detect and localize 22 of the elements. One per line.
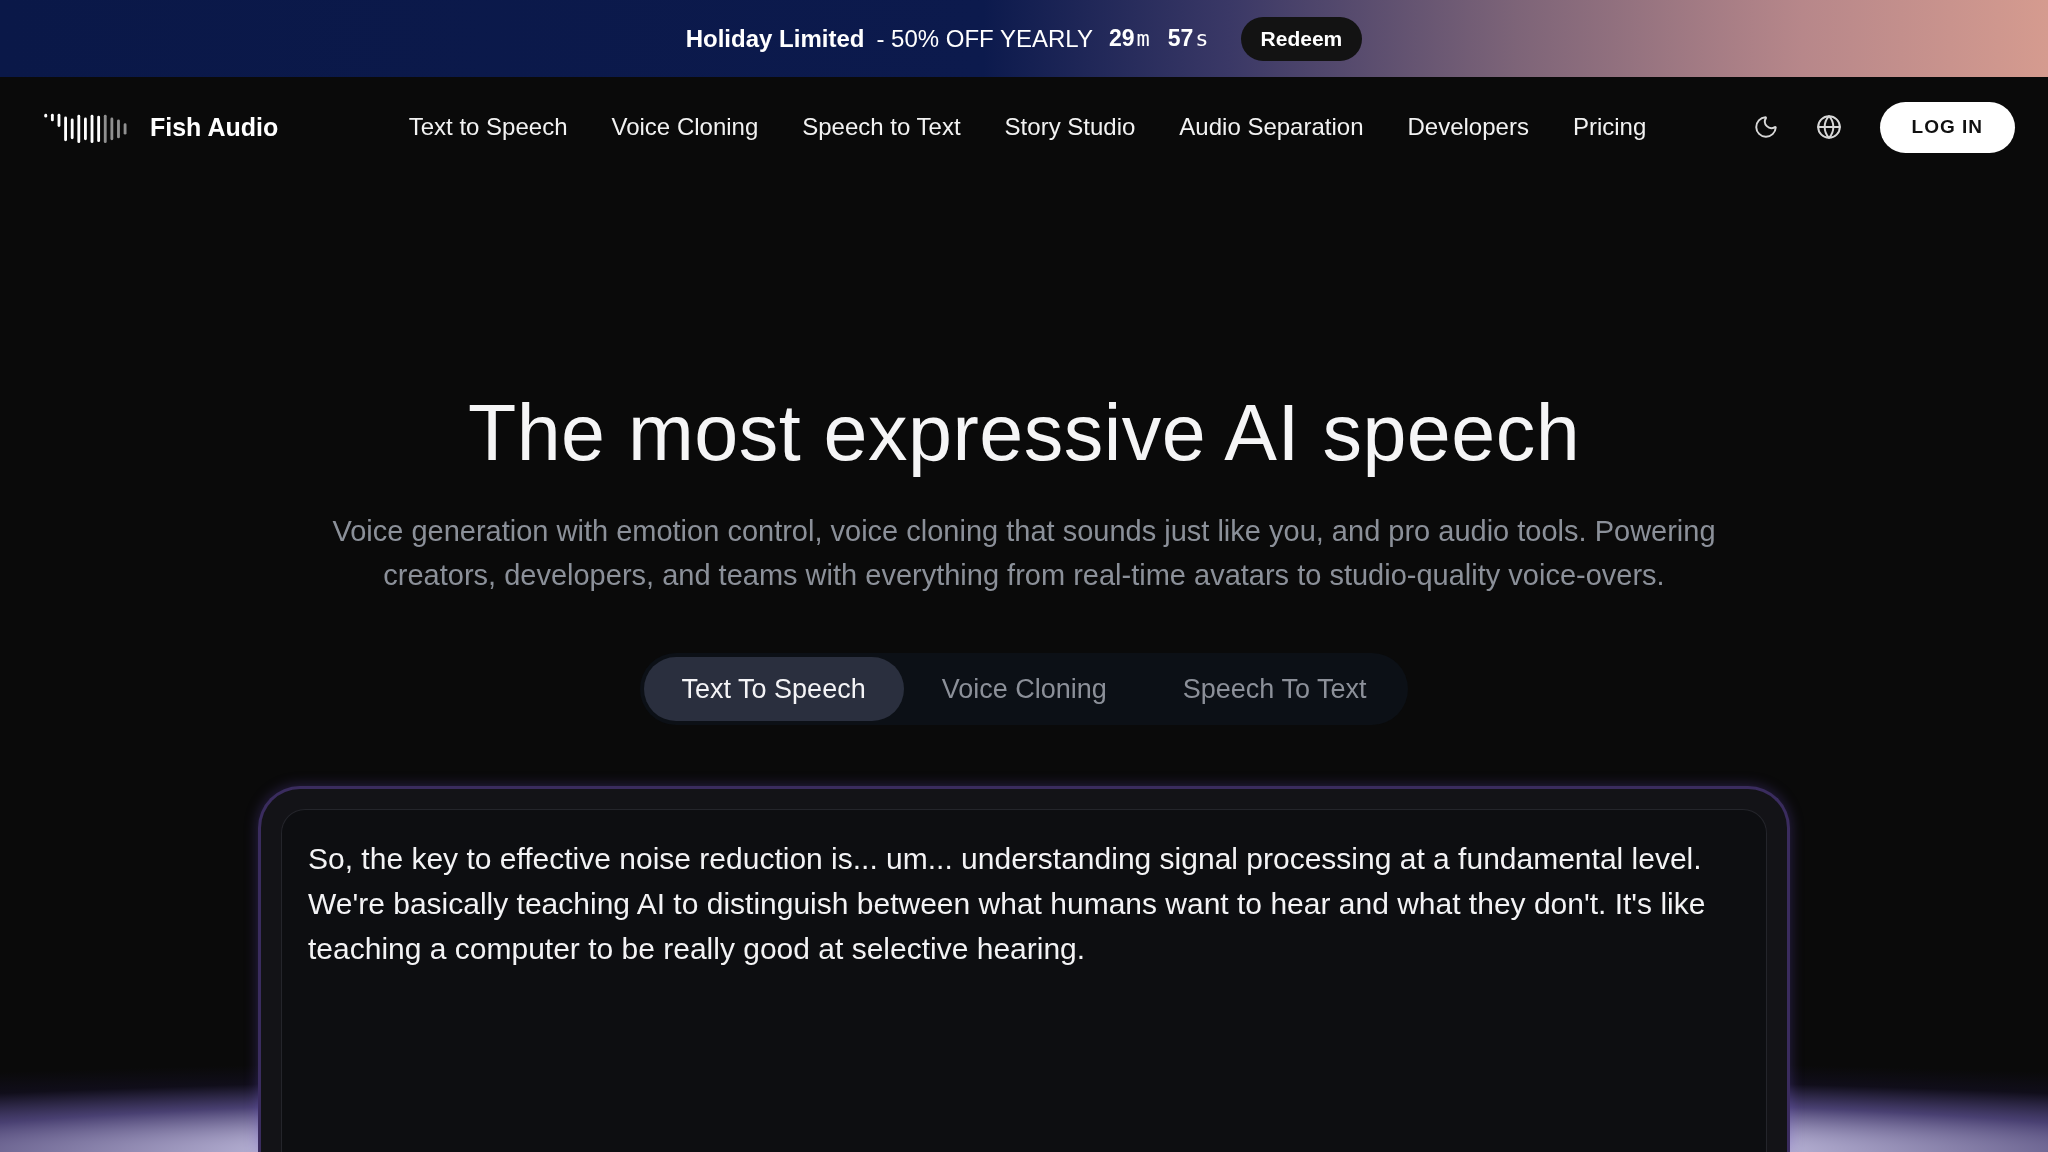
promo-title: Holiday Limited (685, 24, 865, 53)
mode-tab[interactable]: Voice Cloning (903, 657, 1145, 721)
countdown-value: 29m (1108, 25, 1150, 52)
countdown-value: 57s (1167, 25, 1209, 52)
nav-link[interactable]: Pricing (1572, 113, 1647, 141)
login-button[interactable]: LOG IN (1879, 101, 2015, 153)
moon-icon (1752, 114, 1779, 140)
nav-link[interactable]: Developers (1407, 113, 1529, 141)
mode-tab[interactable]: Speech To Text (1144, 657, 1405, 721)
redeem-button[interactable]: Redeem (1240, 16, 1363, 61)
globe-icon (1815, 114, 1842, 140)
speech-text-field[interactable]: So, the key to effective noise reduction is... um... understanding signal processing at a fundamental level. We're basically teaching AI to distinguish between what humans want to hear and what they don't. It's like teaching a computer to be really good at selective hearing. (281, 809, 1767, 1152)
brand-name[interactable]: Fish Audio (150, 112, 279, 142)
nav-link[interactable]: Audio Separation (1179, 113, 1364, 141)
hero-title: The most expressive AI speech (467, 387, 1581, 479)
nav-link[interactable]: Text to Speech (408, 113, 568, 141)
nav-link[interactable]: Story Studio (1004, 113, 1136, 141)
nav-link[interactable]: Speech to Text (802, 113, 961, 141)
nav-link[interactable]: Voice Cloning (611, 113, 759, 141)
hero-subtitle: Voice generation with emotion control, voice cloning that sounds just like you, and pro audio tools. Powering creators, developers, and teams with everything from real-time avatars to studio-quality voice-overs. (331, 514, 1717, 593)
mode-tab[interactable]: Text To Speech (643, 657, 904, 721)
promo-offer: - 50% OFF YEARLY (876, 24, 1093, 53)
